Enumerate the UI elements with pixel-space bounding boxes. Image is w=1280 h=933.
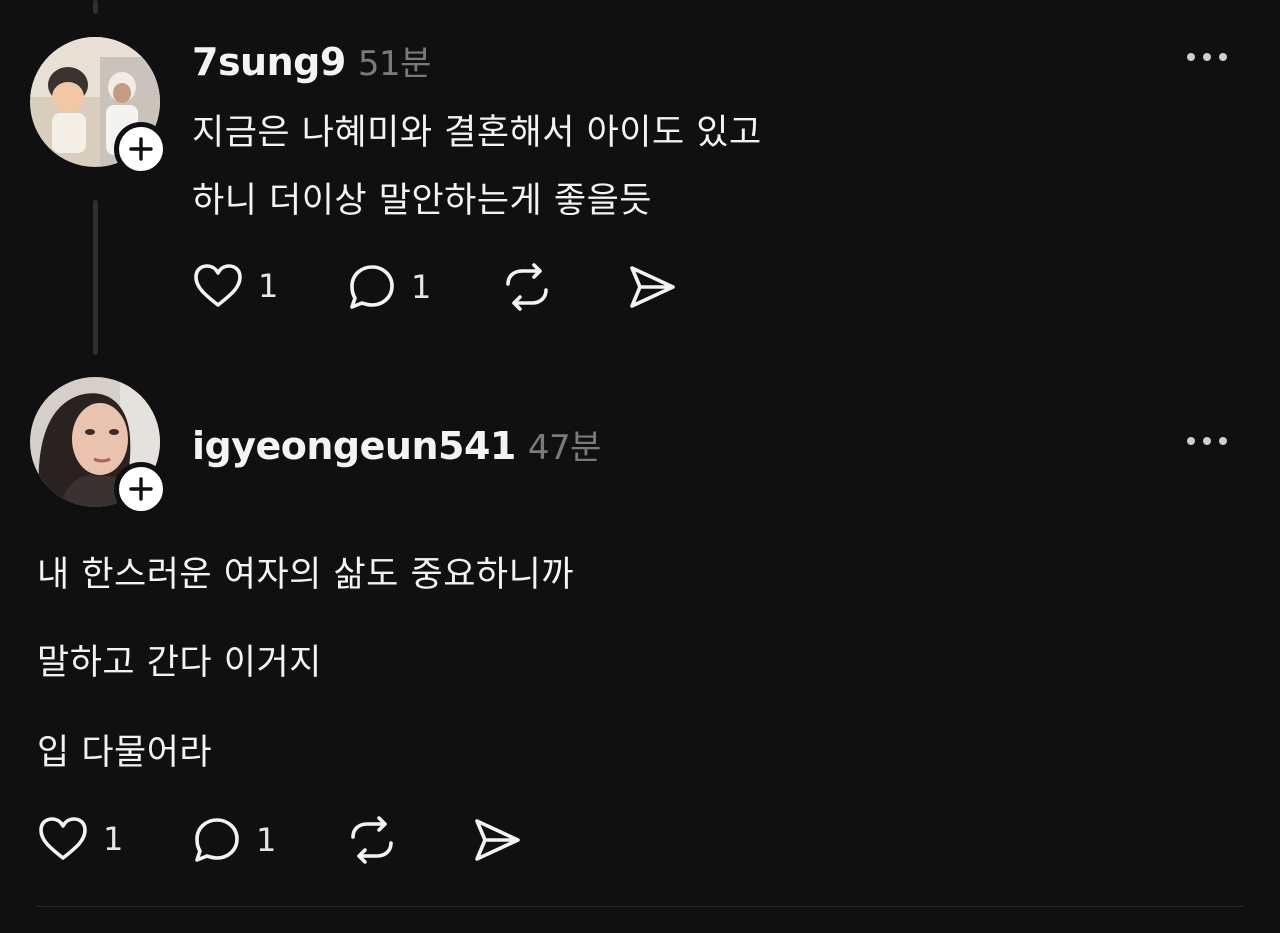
more-button[interactable] xyxy=(1187,437,1227,445)
thread-line-connector xyxy=(93,200,98,355)
like-button[interactable]: 1 xyxy=(192,262,278,310)
more-icon-dot xyxy=(1219,437,1227,445)
thread-line-top xyxy=(93,0,98,14)
more-icon-dot xyxy=(1203,53,1211,61)
post-text-line: 지금은 나혜미와 결혼해서 아이도 있고 xyxy=(192,113,762,153)
like-button[interactable]: 1 xyxy=(37,815,123,863)
heart-icon xyxy=(194,264,242,307)
repost-icon xyxy=(351,816,393,864)
username[interactable]: igyeongeun541 47분 xyxy=(192,420,601,469)
more-button[interactable] xyxy=(1187,53,1227,61)
comment-icon xyxy=(195,818,239,862)
divider xyxy=(36,906,1244,907)
post-text-line: 입 다물어라 xyxy=(37,733,213,773)
timestamp: 51분 xyxy=(357,44,432,84)
follow-button[interactable] xyxy=(114,462,168,516)
more-icon-dot xyxy=(1187,437,1195,445)
more-icon-dot xyxy=(1203,437,1211,445)
username-text[interactable]: 7sung9 xyxy=(192,40,346,84)
username-text[interactable]: igyeongeun541 xyxy=(192,424,516,468)
reply-count: 1 xyxy=(256,821,277,859)
post-text-line: 하니 더이상 말안하는게 좋을듯 xyxy=(192,181,652,221)
heart-icon xyxy=(39,817,87,860)
send-icon xyxy=(475,819,520,861)
reply-button[interactable]: 1 xyxy=(347,262,431,312)
more-icon-dot xyxy=(1219,53,1227,61)
post-text-line: 말하고 간다 이거지 xyxy=(37,643,322,683)
reply-count: 1 xyxy=(411,268,432,306)
username[interactable]: 7sung9 51분 xyxy=(192,36,431,85)
share-button[interactable] xyxy=(471,815,523,865)
more-icon-dot xyxy=(1187,53,1195,61)
like-count: 1 xyxy=(103,820,124,858)
repost-button[interactable] xyxy=(345,815,399,865)
plus-icon xyxy=(129,477,153,501)
post-text-line: 내 한스러운 여자의 삶도 중요하니까 xyxy=(37,555,575,595)
repost-icon xyxy=(506,263,548,311)
repost-button[interactable] xyxy=(500,262,554,312)
plus-icon xyxy=(129,137,153,161)
send-icon xyxy=(630,266,675,308)
timestamp: 47분 xyxy=(527,428,602,468)
reply-button[interactable]: 1 xyxy=(192,815,276,865)
like-count: 1 xyxy=(258,267,279,305)
comment-icon xyxy=(350,265,394,309)
share-button[interactable] xyxy=(626,262,678,312)
follow-button[interactable] xyxy=(114,122,168,176)
